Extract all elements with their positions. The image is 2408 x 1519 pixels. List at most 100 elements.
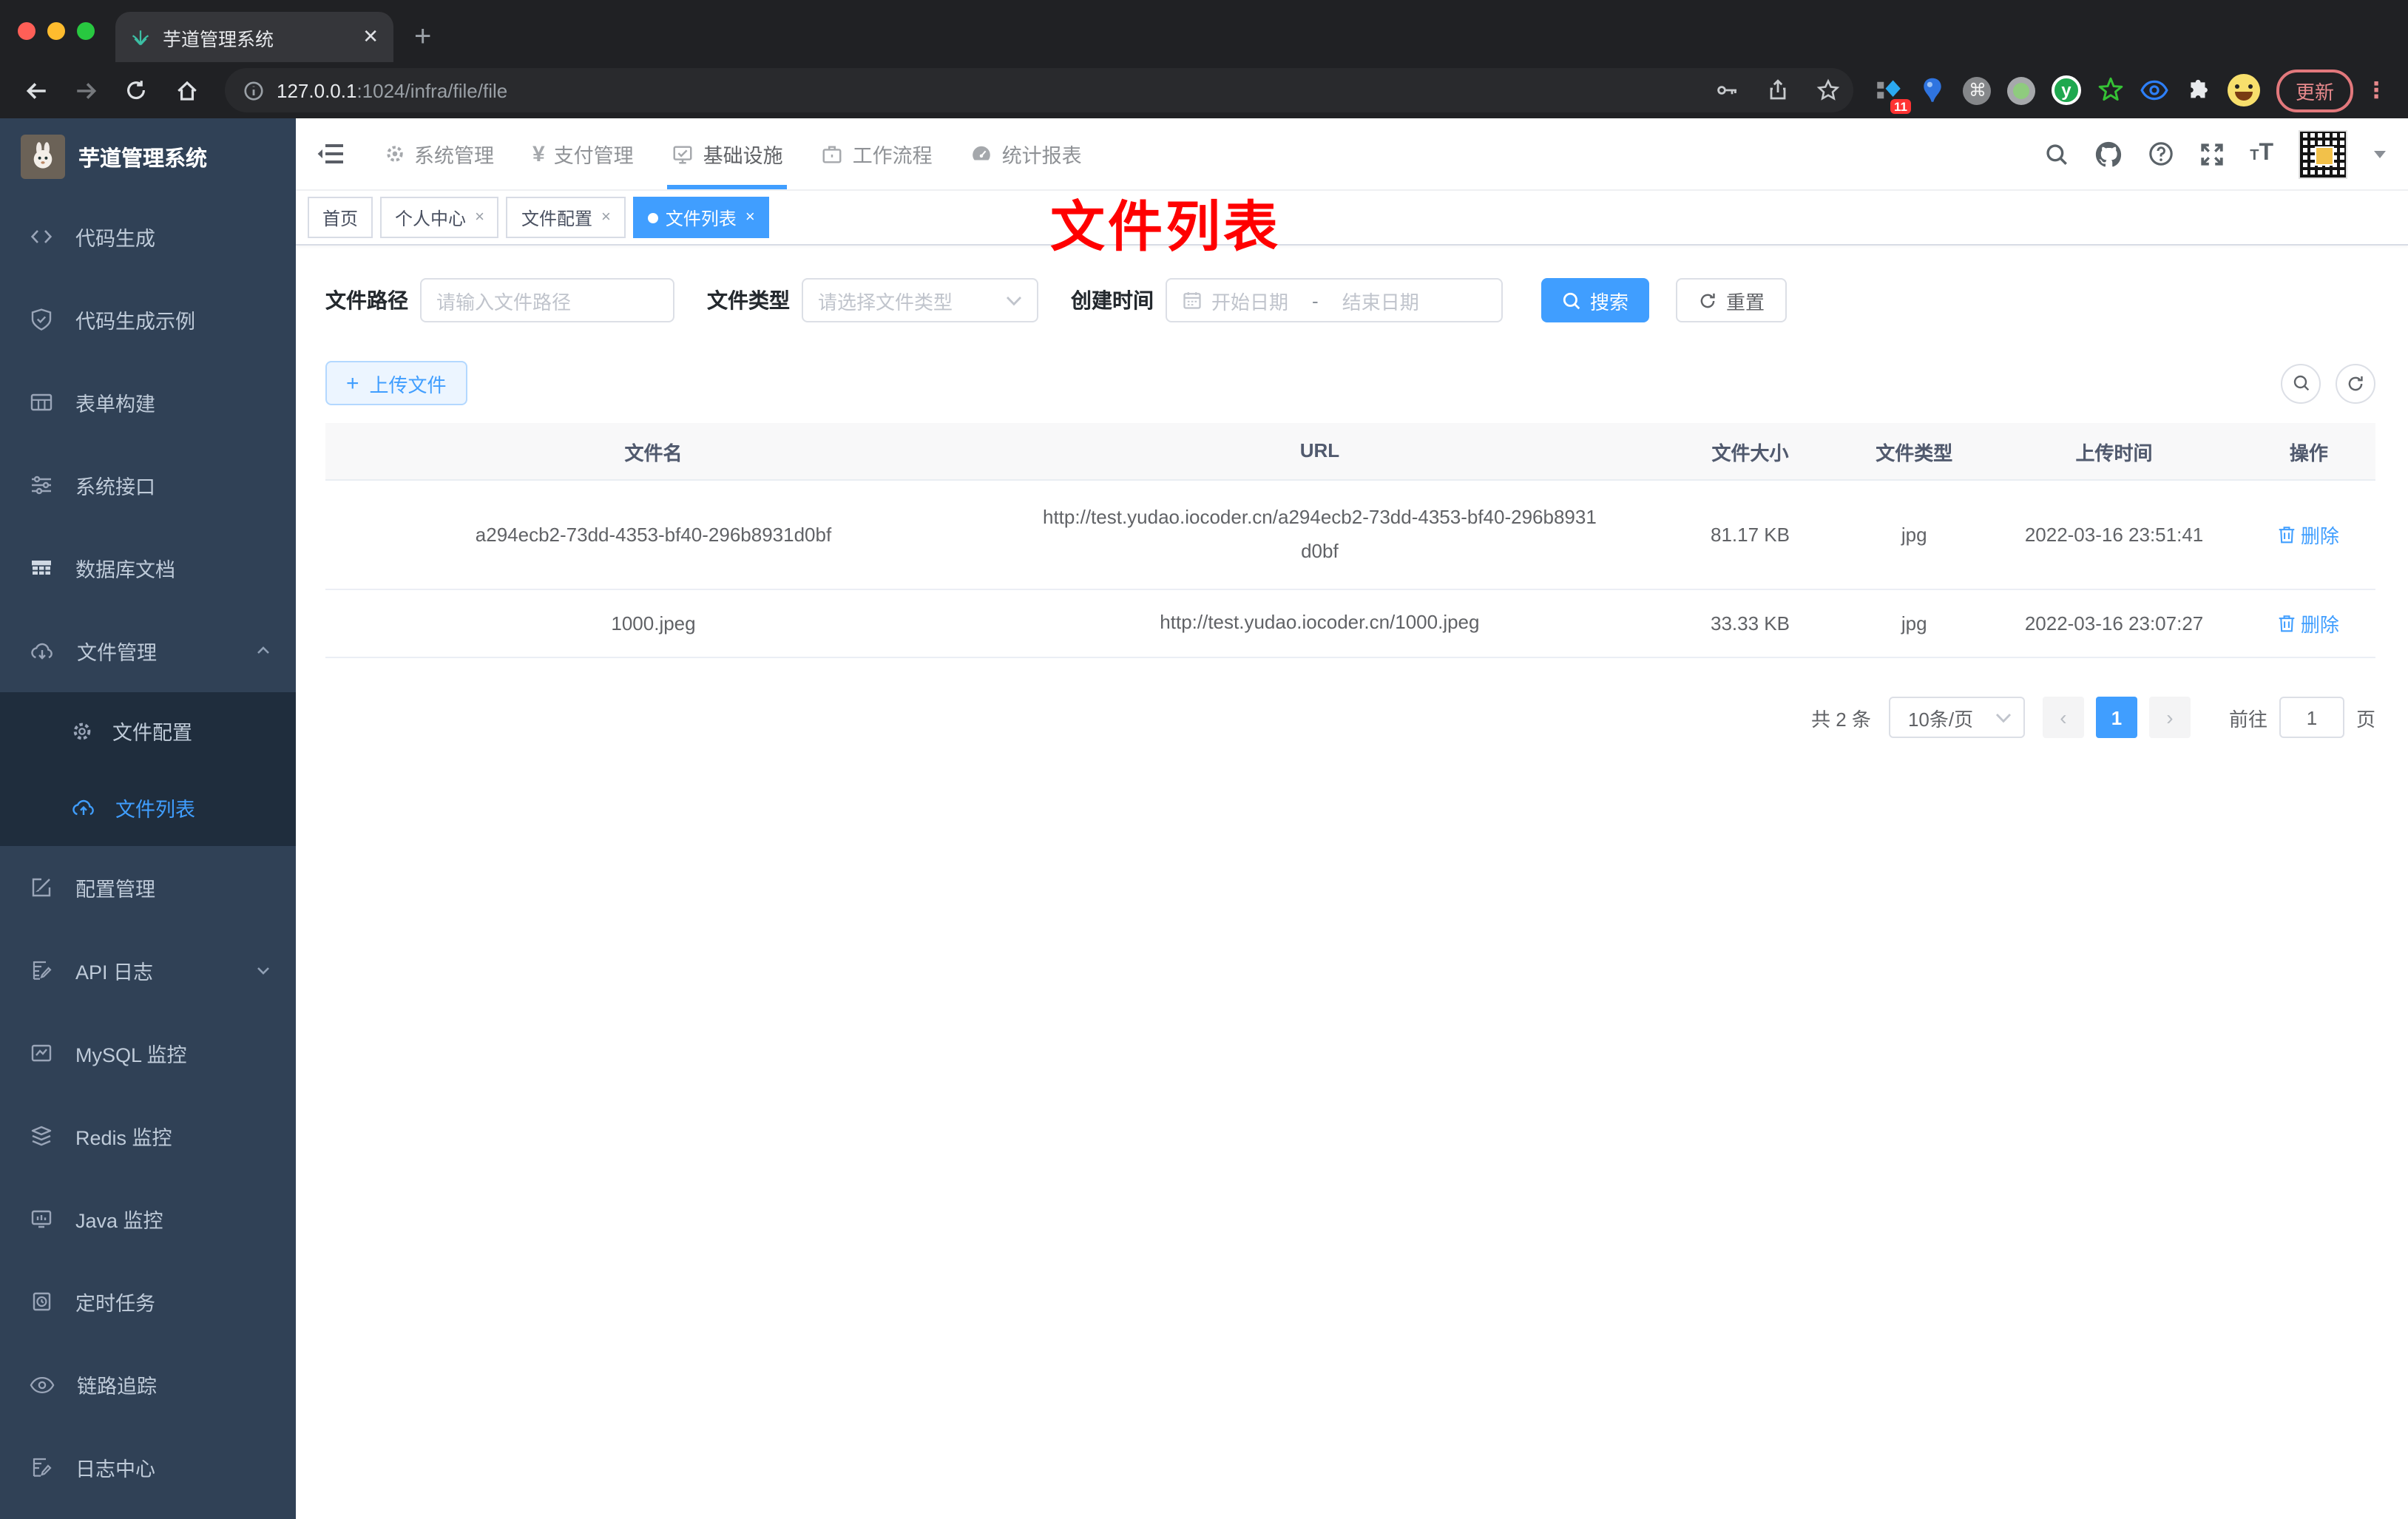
current-page-button[interactable]: 1 <box>2095 697 2137 738</box>
share-icon[interactable] <box>1759 71 1797 109</box>
chrome-update-button[interactable]: 更新 <box>2276 69 2353 112</box>
cell-file-name: a294ecb2-73dd-4353-bf40-296b8931d0bf <box>475 524 832 546</box>
topnav-workflow[interactable]: 工作流程 <box>802 118 952 189</box>
profile-avatar[interactable] <box>2226 72 2262 108</box>
gear-icon <box>71 720 93 742</box>
site-info-icon[interactable] <box>243 79 265 101</box>
fullscreen-icon[interactable] <box>2199 141 2225 166</box>
delete-button[interactable]: 删除 <box>2279 521 2339 549</box>
range-separator: - <box>1312 289 1319 311</box>
help-icon[interactable] <box>2148 141 2174 167</box>
table-header-row: 文件名 URL 文件大小 文件类型 上传时间 操作 <box>325 423 2375 481</box>
col-header-time: 上传时间 <box>2075 442 2153 464</box>
browser-menu-icon[interactable]: ⋮ <box>2362 77 2393 104</box>
extension-command-icon[interactable]: ⌘ <box>1960 72 1995 108</box>
sidebar-item-redis-monitor[interactable]: Redis 监控 <box>0 1095 296 1177</box>
browser-tab[interactable]: 芋道管理系统 ✕ <box>115 12 393 62</box>
file-type-select[interactable]: 请选择文件类型 <box>802 278 1038 322</box>
home-icon[interactable] <box>166 70 207 111</box>
bookmark-star-icon[interactable] <box>1809 71 1847 109</box>
sidebar-item-config-manage[interactable]: 配置管理 <box>0 846 296 929</box>
extension-y-icon[interactable]: y <box>2049 72 2084 108</box>
sidebar-item-mysql-monitor[interactable]: MySQL 监控 <box>0 1012 296 1095</box>
calendar-icon <box>1183 292 1201 309</box>
forward-icon[interactable] <box>65 70 106 111</box>
refresh-icon <box>1700 292 1715 308</box>
close-icon[interactable]: × <box>601 209 611 226</box>
search-button[interactable]: 搜索 <box>1541 278 1650 322</box>
chevron-down-icon <box>254 961 272 979</box>
topnav-payment[interactable]: ¥ 支付管理 <box>513 118 653 189</box>
sidebar-item-system-api[interactable]: 系统接口 <box>0 444 296 527</box>
end-date-placeholder: 结束日期 <box>1342 291 1419 313</box>
sidebar-item-code-gen[interactable]: 代码生成 <box>0 195 296 278</box>
address-bar[interactable]: 127.0.0.1:1024/infra/file/file <box>225 68 1853 112</box>
prev-page-button[interactable]: ‹ <box>2042 697 2084 738</box>
delete-button[interactable]: 删除 <box>2279 609 2339 637</box>
logo-rabbit-image <box>21 135 65 179</box>
sliders-icon <box>30 473 53 497</box>
tag-file-config[interactable]: 文件配置 × <box>506 197 626 238</box>
new-tab-button[interactable]: + <box>393 12 452 62</box>
extensions-puzzle-icon[interactable] <box>2182 72 2217 108</box>
reset-button[interactable]: 重置 <box>1676 278 1788 322</box>
sidebar-item-file-list[interactable]: 文件列表 <box>0 769 296 846</box>
clock-doc-icon <box>30 1290 53 1313</box>
cell-file-size: 81.17 KB <box>1711 524 1790 546</box>
close-icon[interactable]: × <box>475 209 484 226</box>
page-size-select[interactable]: 10条/页 <box>1888 697 2025 738</box>
refresh-table-icon[interactable] <box>2336 363 2375 403</box>
file-type-placeholder: 请选择文件类型 <box>818 291 953 313</box>
next-page-button[interactable]: › <box>2148 697 2191 738</box>
sidebar-collapse-icon[interactable] <box>314 118 365 189</box>
avatar-caret-icon[interactable] <box>2373 149 2387 159</box>
topnav-infra[interactable]: 基础设施 <box>653 118 802 189</box>
github-icon[interactable] <box>2094 140 2123 168</box>
sidebar-item-file-config[interactable]: 文件配置 <box>0 692 296 769</box>
total-count: 共 2 条 <box>1811 708 1871 730</box>
topnav-system[interactable]: 系统管理 <box>365 118 513 189</box>
main-area: 系统管理 ¥ 支付管理 基础设施 工作流程 统计报表 T T 首页 个人中心 ×… <box>296 118 2408 1519</box>
tag-file-list[interactable]: 文件列表 × <box>632 197 770 238</box>
minimize-window-button[interactable] <box>47 22 65 40</box>
sidebar-item-trace[interactable]: 链路追踪 <box>0 1343 296 1426</box>
tag-profile[interactable]: 个人中心 × <box>380 197 499 238</box>
sidebar-item-cron-job[interactable]: 定时任务 <box>0 1260 296 1343</box>
sidebar-item-db-doc[interactable]: 数据库文档 <box>0 527 296 609</box>
back-icon[interactable] <box>15 70 56 111</box>
cloud-download-icon <box>30 639 55 663</box>
tag-home[interactable]: 首页 <box>308 197 373 238</box>
date-range-picker[interactable]: 开始日期 - 结束日期 <box>1166 278 1503 322</box>
extension-eye-icon[interactable] <box>2137 72 2173 108</box>
shield-check-icon <box>30 308 53 331</box>
upload-file-button[interactable]: + 上传文件 <box>325 361 467 405</box>
sidebar-item-code-demo[interactable]: 代码生成示例 <box>0 278 296 361</box>
sidebar-item-api-log[interactable]: API 日志 <box>0 929 296 1012</box>
extension-drop-icon[interactable] <box>1915 72 1951 108</box>
extension-star-icon[interactable] <box>2093 72 2128 108</box>
toggle-search-icon[interactable] <box>2281 363 2321 403</box>
app-logo[interactable]: 芋道管理系统 <box>0 118 296 195</box>
goto-page-input[interactable]: 1 <box>2279 697 2344 738</box>
sidebar-item-log-center[interactable]: 日志中心 <box>0 1426 296 1509</box>
tags-bar: 首页 个人中心 × 文件配置 × 文件列表 × <box>296 191 2408 246</box>
password-key-icon[interactable] <box>1708 71 1747 109</box>
create-time-label: 创建时间 <box>1071 288 1154 312</box>
close-icon[interactable]: × <box>745 209 755 226</box>
font-size-icon[interactable]: TT <box>2250 141 2273 167</box>
reload-icon[interactable] <box>115 70 157 111</box>
url-text[interactable]: 127.0.0.1:1024/infra/file/file <box>277 79 1697 101</box>
search-icon[interactable] <box>2044 141 2069 166</box>
cell-file-url: http://test.yudao.iocoder.cn/a294ecb2-73… <box>1043 505 1597 562</box>
sidebar-item-form-builder[interactable]: 表单构建 <box>0 361 296 444</box>
close-window-button[interactable] <box>18 22 35 40</box>
sidebar-item-java-monitor[interactable]: Java 监控 <box>0 1177 296 1260</box>
maximize-window-button[interactable] <box>77 22 95 40</box>
extension-dot-icon[interactable] <box>2004 72 2040 108</box>
topnav-report[interactable]: 统计报表 <box>952 118 1101 189</box>
file-path-input[interactable]: 请输入文件路径 <box>420 278 674 322</box>
user-avatar-qr[interactable] <box>2299 129 2347 178</box>
extension-diamond-icon[interactable]: 11 <box>1871 72 1911 114</box>
tab-close-icon[interactable]: ✕ <box>362 25 379 49</box>
sidebar-item-file-manage[interactable]: 文件管理 <box>0 609 296 692</box>
